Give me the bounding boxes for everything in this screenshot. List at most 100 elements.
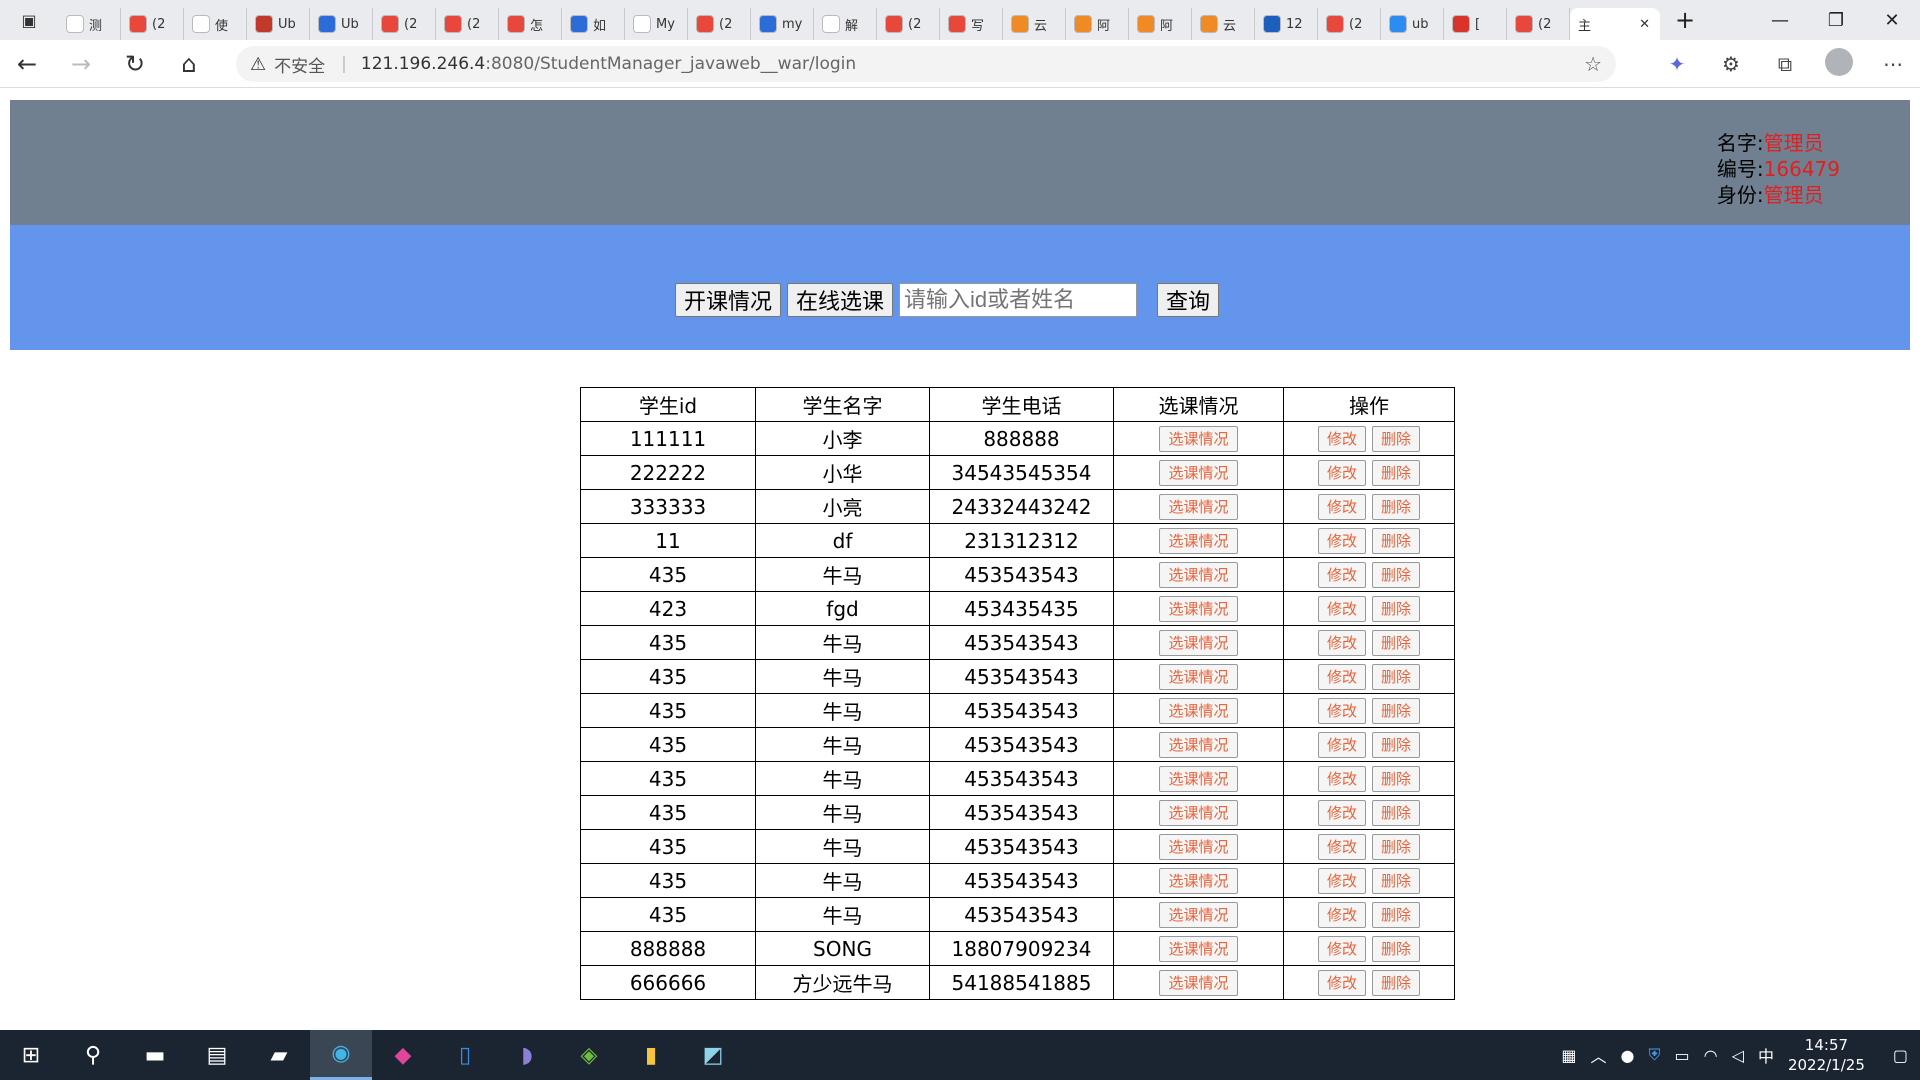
extensions-icon[interactable]: ⚙ — [1714, 52, 1748, 76]
tab-active[interactable]: 主 ✕ — [1570, 8, 1660, 40]
course-status-row-button[interactable]: 选课情况 — [1159, 663, 1238, 690]
delete-button[interactable]: 删除 — [1372, 901, 1421, 928]
delete-button[interactable]: 删除 — [1372, 799, 1421, 826]
volume-icon[interactable]: ◁ — [1732, 1046, 1744, 1065]
edit-button[interactable]: 修改 — [1317, 595, 1366, 622]
browser-tab[interactable]: (2 — [436, 8, 499, 40]
edit-button[interactable]: 修改 — [1317, 867, 1366, 894]
browser-tab[interactable]: (2 — [688, 8, 751, 40]
dolphin-icon[interactable]: ◗ — [496, 1030, 558, 1080]
delete-button[interactable]: 删除 — [1372, 493, 1421, 520]
back-icon[interactable]: ← — [0, 40, 54, 88]
close-tab-icon[interactable]: ✕ — [1639, 17, 1650, 32]
close-window-icon[interactable]: ✕ — [1864, 0, 1920, 40]
delete-button[interactable]: 删除 — [1372, 765, 1421, 792]
browser-tab[interactable]: (2 — [121, 8, 184, 40]
terminal-icon[interactable]: ▬ — [124, 1030, 186, 1080]
course-status-row-button[interactable]: 选课情况 — [1159, 697, 1238, 724]
edge-browser-icon[interactable]: ◉ — [310, 1030, 372, 1080]
notification-icon[interactable]: ▢ — [1893, 1046, 1908, 1065]
edit-button[interactable]: 修改 — [1317, 969, 1366, 996]
browser-tab[interactable]: (2 — [373, 8, 436, 40]
browser-tab[interactable]: 阿 — [1066, 8, 1129, 40]
edit-button[interactable]: 修改 — [1317, 935, 1366, 962]
browser-tab[interactable]: (2 — [877, 8, 940, 40]
course-status-row-button[interactable]: 选课情况 — [1159, 459, 1238, 486]
delete-button[interactable]: 删除 — [1372, 935, 1421, 962]
course-status-row-button[interactable]: 选课情况 — [1159, 765, 1238, 792]
edit-button[interactable]: 修改 — [1317, 527, 1366, 554]
edit-button[interactable]: 修改 — [1317, 459, 1366, 486]
course-status-row-button[interactable]: 选课情况 — [1159, 425, 1238, 452]
edit-button[interactable]: 修改 — [1317, 425, 1366, 452]
collections-icon[interactable]: ⧉ — [1768, 52, 1802, 76]
new-tab-button[interactable]: + — [1660, 6, 1710, 34]
course-status-row-button[interactable]: 选课情况 — [1159, 799, 1238, 826]
delete-button[interactable]: 删除 — [1372, 561, 1421, 588]
network-app-icon[interactable]: ▤ — [186, 1030, 248, 1080]
browser-tab[interactable]: 12 — [1255, 8, 1318, 40]
browser-tab[interactable]: my — [751, 8, 814, 40]
edit-button[interactable]: 修改 — [1317, 697, 1366, 724]
course-status-row-button[interactable]: 选课情况 — [1159, 969, 1238, 996]
edit-button[interactable]: 修改 — [1317, 629, 1366, 656]
browser-tab[interactable]: 写 — [940, 8, 1003, 40]
url-field[interactable]: ⚠ 不安全 | 121.196.246.4 :8080/StudentManag… — [236, 46, 1616, 82]
course-status-row-button[interactable]: 选课情况 — [1159, 901, 1238, 928]
more-menu-icon[interactable]: ⋯ — [1876, 52, 1910, 76]
ime-indicator[interactable]: 中 — [1758, 1043, 1774, 1067]
course-status-row-button[interactable]: 选课情况 — [1159, 595, 1238, 622]
file-explorer-icon[interactable]: ▮ — [620, 1030, 682, 1080]
browser-tab[interactable]: 阿 — [1129, 8, 1192, 40]
minimize-icon[interactable]: — — [1752, 0, 1808, 40]
edit-button[interactable]: 修改 — [1317, 833, 1366, 860]
edit-button[interactable]: 修改 — [1317, 765, 1366, 792]
profile-avatar[interactable] — [1822, 47, 1856, 81]
browser-tab[interactable]: 云 — [1003, 8, 1066, 40]
delete-button[interactable]: 删除 — [1372, 527, 1421, 554]
course-status-row-button[interactable]: 选课情况 — [1159, 493, 1238, 520]
delete-button[interactable]: 删除 — [1372, 459, 1421, 486]
delete-button[interactable]: 删除 — [1372, 731, 1421, 758]
browser-tab[interactable]: (2 — [1507, 8, 1570, 40]
browser-tab[interactable]: My — [625, 8, 688, 40]
browser-tab[interactable]: 使 — [184, 8, 247, 40]
course-status-row-button[interactable]: 选课情况 — [1159, 731, 1238, 758]
intellij-icon[interactable]: ◆ — [372, 1030, 434, 1080]
tab-actions-icon[interactable]: ▣ — [0, 0, 58, 40]
edit-button[interactable]: 修改 — [1317, 731, 1366, 758]
course-status-row-button[interactable]: 选课情况 — [1159, 561, 1238, 588]
editor-icon[interactable]: ◩ — [682, 1030, 744, 1080]
edit-button[interactable]: 修改 — [1317, 901, 1366, 928]
remote-desktop-icon[interactable]: ▰ — [248, 1030, 310, 1080]
chevron-up-icon[interactable]: ︿ — [1591, 1043, 1607, 1067]
edit-button[interactable]: 修改 — [1317, 799, 1366, 826]
cube-app-icon[interactable]: ◈ — [558, 1030, 620, 1080]
shield-icon[interactable]: ⛨ — [1649, 1045, 1661, 1065]
course-status-row-button[interactable]: 选课情况 — [1159, 629, 1238, 656]
browser-tab[interactable]: Ub — [310, 8, 373, 40]
edit-button[interactable]: 修改 — [1317, 561, 1366, 588]
browser-tab[interactable]: 解 — [814, 8, 877, 40]
browser-tab[interactable]: (2 — [1318, 8, 1381, 40]
browser-tab[interactable]: 测 — [58, 8, 121, 40]
delete-button[interactable]: 删除 — [1372, 867, 1421, 894]
search-input[interactable] — [899, 283, 1138, 317]
restore-icon[interactable]: ❐ — [1808, 0, 1864, 40]
warning-icon[interactable]: ⚠ — [250, 54, 266, 75]
browser-tab[interactable]: 如 — [562, 8, 625, 40]
delete-button[interactable]: 删除 — [1372, 663, 1421, 690]
home-icon[interactable]: ⌂ — [162, 40, 216, 88]
delete-button[interactable]: 删除 — [1372, 595, 1421, 622]
phone-app-icon[interactable]: ▯ — [434, 1030, 496, 1080]
delete-button[interactable]: 删除 — [1372, 969, 1421, 996]
course-status-row-button[interactable]: 选课情况 — [1159, 867, 1238, 894]
start-icon[interactable]: ⊞ — [0, 1030, 62, 1080]
qq-icon[interactable]: ● — [1621, 1046, 1635, 1065]
edit-button[interactable]: 修改 — [1317, 493, 1366, 520]
course-status-row-button[interactable]: 选课情况 — [1159, 935, 1238, 962]
extension-star-icon[interactable]: ✦ — [1660, 52, 1694, 76]
reload-icon[interactable]: ↻ — [108, 40, 162, 88]
forward-icon[interactable]: → — [54, 40, 108, 88]
delete-button[interactable]: 删除 — [1372, 629, 1421, 656]
